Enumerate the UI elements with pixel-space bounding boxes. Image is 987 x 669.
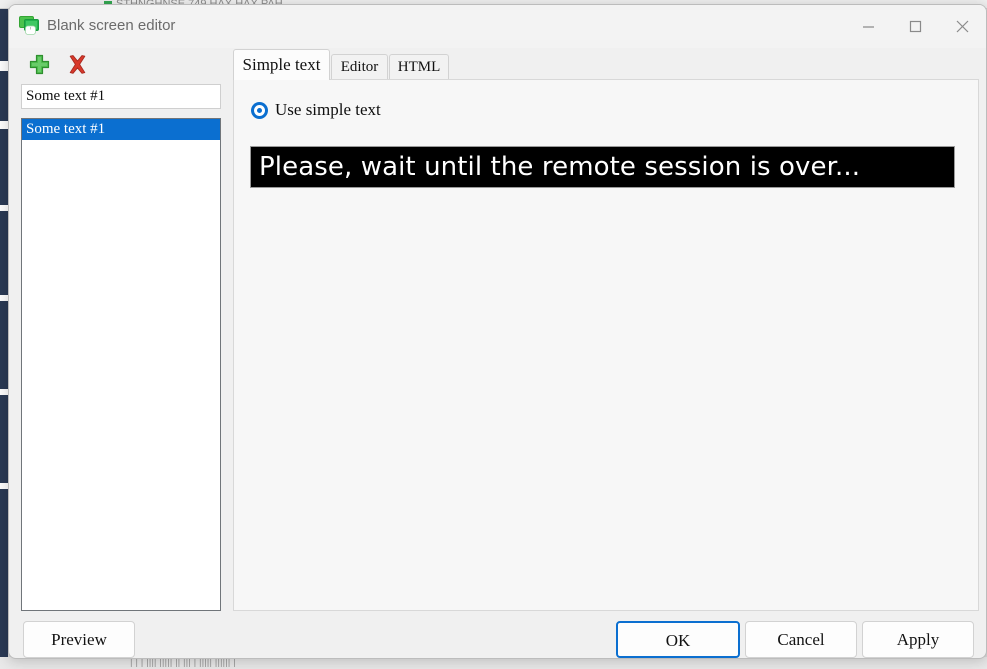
tab-html[interactable]: HTML (389, 54, 449, 80)
simple-text-preview-text: Please, wait until the remote session is… (259, 152, 861, 182)
add-icon[interactable] (27, 52, 51, 76)
tab-simple-text[interactable]: Simple text (233, 49, 330, 80)
window-title: Blank screen editor (47, 17, 176, 34)
tab-editor[interactable]: Editor (331, 54, 388, 80)
remote-screen-icon (19, 16, 40, 35)
tab-html-label: HTML (397, 59, 441, 75)
maximize-icon[interactable] (892, 5, 939, 47)
list-item[interactable]: Some text #1 (22, 119, 220, 140)
tab-strip: Simple text Editor HTML (227, 49, 979, 80)
apply-button[interactable]: Apply (862, 621, 974, 658)
simple-text-panel: Use simple text Please, wait until the r… (233, 79, 979, 611)
tab-editor-label: Editor (340, 59, 379, 75)
apply-button-label: Apply (896, 630, 940, 649)
blank-screen-editor-window: Blank screen editor Some text #1 Some te… (8, 4, 987, 659)
list-item-label: Some text #1 (26, 121, 106, 137)
background-window-left-edge (0, 9, 8, 669)
simple-text-preview[interactable]: Please, wait until the remote session is… (250, 146, 955, 188)
title-bar[interactable]: Blank screen editor (9, 5, 986, 48)
use-simple-text-radio[interactable]: Use simple text (251, 100, 381, 120)
ok-button-label: OK (665, 631, 691, 650)
screen-name-input[interactable] (21, 84, 221, 109)
use-simple-text-label: Use simple text (275, 100, 381, 119)
delete-icon[interactable] (65, 52, 89, 76)
radio-checked-icon (251, 101, 268, 119)
preview-button-label: Preview (51, 630, 107, 649)
close-icon[interactable] (939, 5, 986, 47)
cancel-button-label: Cancel (777, 630, 825, 649)
minimize-icon[interactable] (845, 5, 892, 47)
screen-list[interactable]: Some text #1 (21, 118, 221, 611)
cancel-button[interactable]: Cancel (745, 621, 857, 658)
list-toolbar (21, 49, 221, 81)
preview-button[interactable]: Preview (23, 621, 135, 658)
ok-button[interactable]: OK (616, 621, 740, 658)
tab-simple-text-label: Simple text (242, 55, 321, 74)
